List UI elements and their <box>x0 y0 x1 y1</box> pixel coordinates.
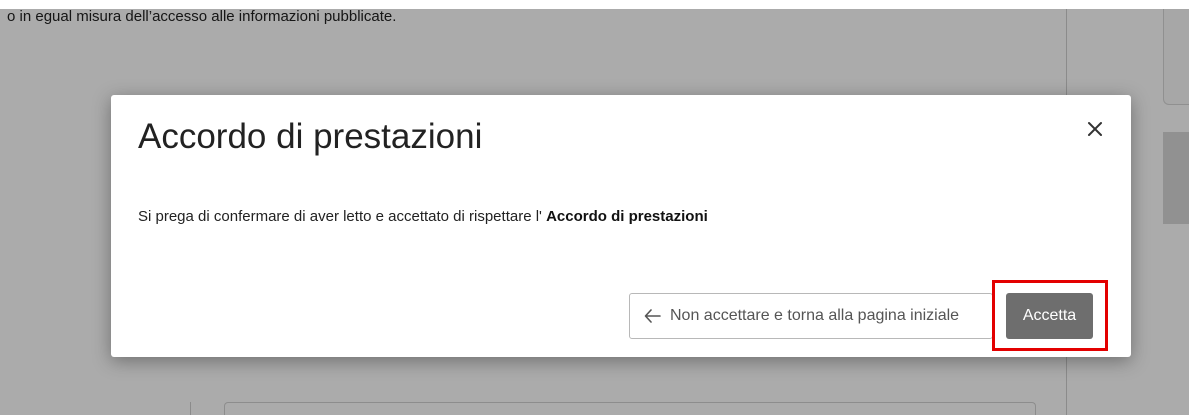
dialog-message-text: Si prega di confermare di aver letto e a… <box>138 208 547 225</box>
arrow-left-icon <box>644 309 661 323</box>
accept-button[interactable]: Accetta <box>1006 293 1093 339</box>
decline-button-label: Non accettare e torna alla pagina inizia… <box>670 307 960 324</box>
decline-button[interactable]: Non accettare e torna alla pagina inizia… <box>629 293 993 339</box>
close-button[interactable] <box>1083 117 1107 141</box>
dialog-title: Accordo di prestazioni <box>138 117 483 156</box>
agreement-dialog: Accordo di prestazioni Si prega di confe… <box>111 95 1131 357</box>
page: o in egual misura dell’accesso alle info… <box>0 0 1189 415</box>
agreement-name: Accordo di prestazioni <box>546 208 708 225</box>
dialog-message: Si prega di confermare di aver letto e a… <box>138 208 708 225</box>
close-icon <box>1088 122 1102 136</box>
